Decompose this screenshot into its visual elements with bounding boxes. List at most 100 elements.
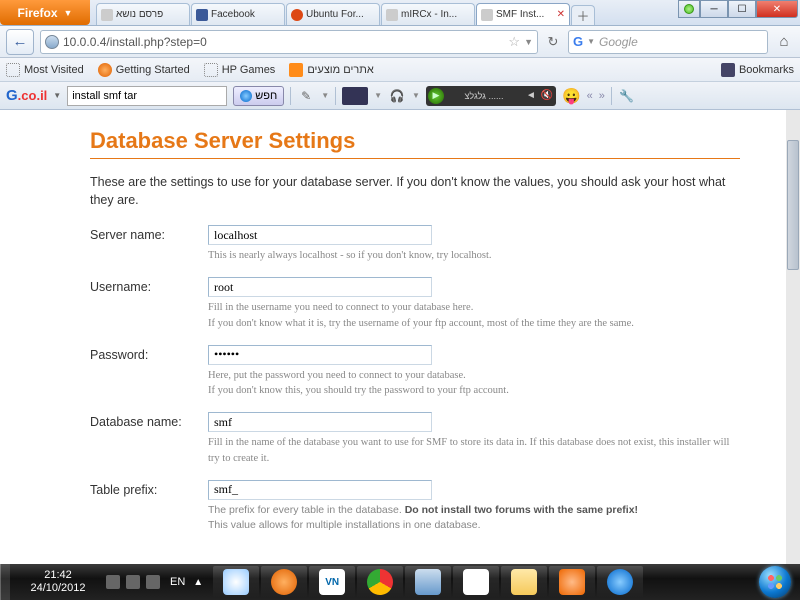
bookmarks-label: Bookmarks — [739, 64, 794, 76]
tray-icon[interactable] — [146, 575, 160, 589]
bookmarks-icon — [721, 63, 735, 77]
window-close-button[interactable]: ✕ — [756, 0, 798, 18]
play-icon[interactable]: ▶ — [428, 88, 444, 104]
toolbar-search-button[interactable]: חפש — [233, 86, 284, 106]
system-clock[interactable]: 21:42 24/10/2012 — [10, 569, 100, 594]
taskbar-ie[interactable] — [597, 566, 643, 598]
maximize-button[interactable]: ☐ — [728, 0, 756, 18]
hint-password: Here, put the password you need to conne… — [208, 368, 740, 398]
bookmark-getting-started[interactable]: Getting Started — [98, 63, 190, 77]
highlighter-icon[interactable]: ✎ — [297, 87, 315, 105]
notepad-icon — [415, 569, 441, 595]
minimize-button[interactable]: ─ — [700, 0, 728, 18]
page-viewport: Database Server Settings These are the s… — [0, 110, 786, 564]
bookmark-label: Most Visited — [24, 64, 84, 76]
toolbar-search-label: חפש — [255, 90, 277, 102]
separator — [290, 87, 291, 105]
chevron-down-icon[interactable]: ▼ — [412, 91, 420, 100]
taskbar-firefox[interactable] — [261, 566, 307, 598]
chevron-down-icon[interactable]: ▼ — [587, 37, 595, 46]
bookmarks-menu[interactable]: Bookmarks — [721, 63, 794, 77]
input-password[interactable] — [208, 345, 432, 365]
profile-icon[interactable] — [342, 87, 368, 105]
label-username: Username: — [90, 277, 208, 294]
tab-2[interactable]: Ubuntu For... — [286, 3, 380, 25]
chevron-right-icon[interactable]: » — [599, 90, 605, 102]
chevron-down-icon[interactable]: ▼ — [374, 91, 382, 100]
tab-0[interactable]: פרסם נושא — [96, 3, 190, 25]
feed-icon — [289, 63, 303, 77]
back-button[interactable]: ← — [6, 29, 34, 55]
show-desktop-button[interactable] — [0, 564, 10, 600]
window-controls: ─ ☐ ✕ — [676, 0, 800, 25]
folder-icon — [511, 569, 537, 595]
favicon-icon — [386, 9, 398, 21]
chevron-left-icon[interactable]: « — [587, 90, 593, 102]
reload-button[interactable]: ↻ — [544, 34, 562, 50]
tab-4[interactable]: SMF Inst...✕ — [476, 3, 570, 25]
radio-player[interactable]: ▶ גלגלצ ...... ◄ 🔇 — [426, 86, 556, 106]
taskbar-explorer[interactable] — [501, 566, 547, 598]
addon-indicator-icon[interactable] — [678, 0, 700, 18]
hint-username: Fill in the username you need to connect… — [208, 300, 740, 330]
chevron-down-icon[interactable]: ▼ — [53, 91, 61, 100]
bookmark-most-visited[interactable]: Most Visited — [6, 63, 84, 77]
emoji-icon[interactable]: 😛 — [562, 87, 581, 105]
search-bar[interactable]: G ▼ Google — [568, 30, 768, 54]
tray-icon[interactable] — [106, 575, 120, 589]
smf-install-page: Database Server Settings These are the s… — [0, 110, 786, 533]
tab-1[interactable]: Facebook — [191, 3, 285, 25]
google-toolbar: G.co.il ▼ install smf tar חפש ✎ ▼ ▼ 🎧 ▼ … — [0, 82, 800, 110]
bookmark-label: אתרים מוצעים — [307, 64, 373, 76]
home-button[interactable]: ⌂ — [774, 33, 794, 50]
player-display: גלגלצ ...... — [446, 91, 522, 101]
prev-icon[interactable]: ◄ — [524, 90, 538, 101]
vnc-icon: VN — [319, 569, 345, 595]
taskbar-mirc[interactable] — [453, 566, 499, 598]
label-database: Database name: — [90, 412, 208, 429]
mute-icon[interactable]: 🔇 — [540, 90, 554, 101]
vertical-scrollbar[interactable] — [786, 110, 800, 564]
label-password: Password: — [90, 345, 208, 362]
tray-overflow-icon[interactable]: ▲ — [189, 577, 207, 588]
chevron-down-icon[interactable]: ▼ — [321, 91, 329, 100]
url-bar[interactable]: 10.0.0.4/install.php?step=0 ☆ ▼ — [40, 30, 538, 54]
taskbar-chrome[interactable] — [357, 566, 403, 598]
headphones-icon[interactable]: 🎧 — [388, 87, 406, 105]
search-icon — [240, 90, 252, 102]
input-server-name[interactable] — [208, 225, 432, 245]
taskbar-notepad[interactable] — [405, 566, 451, 598]
scrollbar-thumb[interactable] — [787, 140, 799, 270]
tab-label: SMF Inst... — [496, 9, 554, 20]
close-tab-icon[interactable]: ✕ — [557, 9, 565, 20]
input-table-prefix[interactable] — [208, 480, 432, 500]
taskbar-mediaplayer[interactable] — [549, 566, 595, 598]
google-il-logo[interactable]: G.co.il — [6, 87, 47, 104]
input-username[interactable] — [208, 277, 432, 297]
row-username: Username: Fill in the username you need … — [90, 277, 740, 330]
chevron-down-icon[interactable]: ▼ — [524, 37, 533, 47]
url-text: 10.0.0.4/install.php?step=0 — [63, 35, 504, 49]
taskbar-paint[interactable] — [213, 566, 259, 598]
firefox-menu-button[interactable]: Firefox ▼ — [0, 0, 90, 25]
firefox-icon — [98, 63, 112, 77]
bookmark-hp-games[interactable]: HP Games — [204, 63, 276, 77]
wrench-icon[interactable]: 🔧 — [618, 87, 636, 105]
new-tab-button[interactable]: ＋ — [571, 5, 595, 25]
taskbar-vnc[interactable]: VN — [309, 566, 355, 598]
ubuntu-icon — [291, 9, 303, 21]
tray-icon[interactable] — [126, 575, 140, 589]
tab-3[interactable]: mIRCx - In... — [381, 3, 475, 25]
input-database-name[interactable] — [208, 412, 432, 432]
label-server: Server name: — [90, 225, 208, 242]
bookmark-suggested[interactable]: אתרים מוצעים — [289, 63, 373, 77]
ie-icon — [607, 569, 633, 595]
bookmarks-toolbar: Most Visited Getting Started HP Games את… — [0, 58, 800, 82]
start-button[interactable] — [750, 564, 800, 600]
toolbar-search-input[interactable]: install smf tar — [67, 86, 227, 106]
language-indicator[interactable]: EN — [166, 574, 189, 590]
mirc-icon — [463, 569, 489, 595]
bookmark-star-icon[interactable]: ☆ — [508, 34, 520, 50]
tab-label: פרסם נושא — [116, 9, 185, 20]
titlebar: Firefox ▼ פרסם נושא Facebook Ubuntu For.… — [0, 0, 800, 26]
